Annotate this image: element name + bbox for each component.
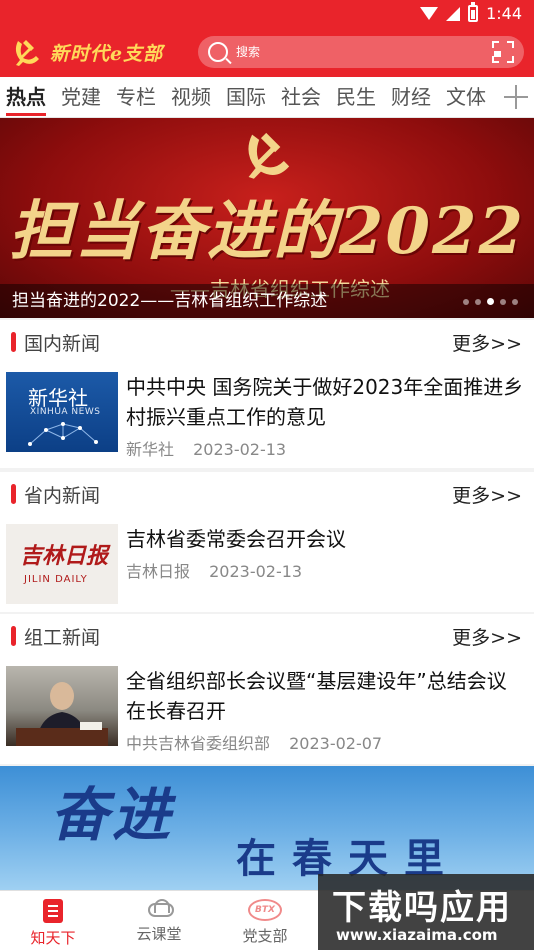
carousel-dot[interactable] bbox=[500, 298, 506, 305]
promo-headline: 奋进 bbox=[50, 781, 175, 849]
app-title: 新时代e支部 bbox=[50, 42, 164, 65]
section-marker bbox=[11, 484, 16, 504]
section-marker bbox=[11, 626, 16, 646]
news-body: 吉林省委常委会召开会议 吉林日报 2023-02-13 bbox=[126, 524, 524, 604]
banner-headline: 担当奋进的2022 bbox=[8, 194, 526, 269]
news-date: 2023-02-07 bbox=[289, 734, 383, 753]
signal-icon bbox=[446, 6, 461, 21]
nav-label: 知天下 bbox=[30, 929, 76, 947]
search-icon bbox=[208, 42, 228, 62]
more-link[interactable]: 更多>> bbox=[452, 623, 522, 650]
news-thumbnail bbox=[6, 666, 118, 746]
watermark: 下载吗应用 www.xiazaima.com bbox=[318, 874, 534, 950]
news-item[interactable]: 新华社 XINHUA NEWS 中共中央 国务院关于做好2023年全面推进乡村振… bbox=[0, 364, 534, 460]
thumb-logo-subtext: XINHUA NEWS bbox=[30, 407, 101, 417]
nav-label: 云课堂 bbox=[136, 925, 182, 943]
section-header: 组工新闻 更多>> bbox=[0, 614, 534, 658]
news-date: 2023-02-13 bbox=[193, 440, 287, 459]
carousel-dot-active[interactable] bbox=[487, 298, 494, 305]
section-title: 省内新闻 bbox=[24, 484, 101, 507]
section-marker bbox=[11, 332, 16, 352]
tab-column[interactable]: 专栏 bbox=[116, 77, 156, 118]
thumb-logo-subtext: JILIN DAILY bbox=[24, 574, 88, 585]
section-organization-news: 组工新闻 更多>> 全省组织部长会议暨“基层建设年”总结会议在长春召开 中共吉林… bbox=[0, 614, 534, 764]
nav-label: 党支部 bbox=[242, 927, 288, 945]
section-provincial-news: 省内新闻 更多>> 吉林日报 JILIN DAILY 吉林省委常委会召开会议 吉… bbox=[0, 472, 534, 612]
carousel-dot[interactable] bbox=[475, 298, 481, 305]
tab-culture-sports[interactable]: 文体 bbox=[446, 77, 486, 118]
news-thumbnail: 吉林日报 JILIN DAILY bbox=[6, 524, 118, 604]
carousel-indicator bbox=[463, 298, 518, 305]
watermark-url: www.xiazaima.com bbox=[336, 926, 498, 944]
nav-item-yunketang[interactable]: 云课堂 bbox=[106, 891, 212, 950]
section-title: 组工新闻 bbox=[24, 626, 101, 649]
more-link[interactable]: 更多>> bbox=[452, 329, 522, 356]
tab-finance[interactable]: 财经 bbox=[391, 77, 431, 118]
news-title[interactable]: 全省组织部长会议暨“基层建设年”总结会议在长春召开 bbox=[126, 666, 524, 726]
banner-caption: 担当奋进的2022——吉林省组织工作综述 bbox=[0, 284, 534, 318]
nav-item-zhitianxia[interactable]: 知天下 bbox=[0, 891, 106, 950]
tab-livelihood[interactable]: 民生 bbox=[336, 77, 376, 118]
news-body: 中共中央 国务院关于做好2023年全面推进乡村振兴重点工作的意见 新华社 202… bbox=[126, 372, 524, 460]
carousel-dot[interactable] bbox=[512, 298, 518, 305]
btx-icon: BTX bbox=[248, 899, 282, 921]
status-time: 1:44 bbox=[486, 4, 522, 23]
category-tabs: 热点 党建 专栏 视频 国际 社会 民生 财经 文体 bbox=[0, 77, 534, 118]
thumb-logo-text: 吉林日报 bbox=[20, 543, 109, 569]
party-emblem-icon bbox=[248, 132, 290, 179]
tab-society[interactable]: 社会 bbox=[281, 77, 321, 118]
app-logo[interactable]: 新时代e支部 bbox=[10, 35, 190, 69]
news-thumbnail: 新华社 XINHUA NEWS bbox=[6, 372, 118, 452]
more-link[interactable]: 更多>> bbox=[452, 481, 522, 508]
battery-icon bbox=[468, 2, 479, 22]
tab-party-building[interactable]: 党建 bbox=[61, 77, 101, 118]
news-source: 新华社 bbox=[126, 440, 175, 459]
tab-hot[interactable]: 热点 bbox=[6, 77, 46, 118]
news-source: 中共吉林省委组织部 bbox=[126, 734, 271, 753]
document-icon bbox=[43, 899, 63, 923]
news-meta: 新华社 2023-02-13 bbox=[126, 436, 524, 460]
watermark-text: 下载吗应用 bbox=[332, 888, 512, 928]
network-graphic bbox=[28, 422, 98, 446]
news-meta: 中共吉林省委组织部 2023-02-07 bbox=[126, 730, 524, 754]
cloud-icon bbox=[146, 899, 174, 919]
search-bar[interactable] bbox=[198, 36, 524, 68]
section-domestic-news: 国内新闻 更多>> 新华社 XINHUA NEWS 中共中央 国务院关于做好20… bbox=[0, 320, 534, 468]
section-header: 国内新闻 更多>> bbox=[0, 320, 534, 364]
news-meta: 吉林日报 2023-02-13 bbox=[126, 558, 524, 582]
news-item[interactable]: 吉林日报 JILIN DAILY 吉林省委常委会召开会议 吉林日报 2023-0… bbox=[0, 516, 534, 604]
carousel-dot[interactable] bbox=[463, 298, 469, 305]
news-source: 吉林日报 bbox=[126, 562, 191, 581]
speaker-photo bbox=[16, 682, 108, 746]
app-root: 1:44 新时代e支部 热点 党建 专栏 视频 国际 社会 民生 财经 文体 bbox=[0, 0, 534, 950]
news-title[interactable]: 中共中央 国务院关于做好2023年全面推进乡村振兴重点工作的意见 bbox=[126, 372, 524, 432]
add-tab-icon[interactable] bbox=[504, 85, 528, 109]
search-input[interactable] bbox=[236, 45, 486, 59]
section-title: 国内新闻 bbox=[24, 332, 101, 355]
tab-video[interactable]: 视频 bbox=[171, 77, 211, 118]
news-item[interactable]: 全省组织部长会议暨“基层建设年”总结会议在长春召开 中共吉林省委组织部 2023… bbox=[0, 658, 534, 754]
app-header: 新时代e支部 bbox=[0, 27, 534, 77]
section-header: 省内新闻 更多>> bbox=[0, 472, 534, 516]
news-title[interactable]: 吉林省委常委会召开会议 bbox=[126, 524, 524, 554]
scan-icon[interactable] bbox=[492, 41, 514, 63]
nav-item-dangzhibu[interactable]: BTX 党支部 bbox=[212, 891, 318, 950]
wifi-icon bbox=[420, 7, 439, 20]
banner-carousel[interactable]: 担当奋进的2022 ——吉林省组织工作综述 担当奋进的2022——吉林省组织工作… bbox=[0, 118, 534, 318]
promo-banner[interactable]: 奋进 在春天里 bbox=[0, 766, 534, 890]
news-body: 全省组织部长会议暨“基层建设年”总结会议在长春召开 中共吉林省委组织部 2023… bbox=[126, 666, 524, 754]
party-emblem-icon bbox=[15, 40, 39, 66]
news-date: 2023-02-13 bbox=[209, 562, 303, 581]
tab-international[interactable]: 国际 bbox=[226, 77, 266, 118]
status-bar: 1:44 bbox=[0, 0, 534, 27]
